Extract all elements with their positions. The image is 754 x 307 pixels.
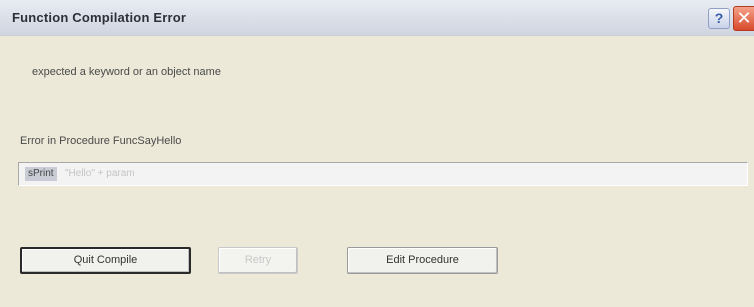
edit-procedure-button[interactable]: Edit Procedure [347,247,498,274]
close-icon[interactable]: ✕ [733,6,754,31]
code-line-text: "Hello" + param [65,168,135,179]
error-message: expected a keyword or an object name [32,66,221,78]
help-icon[interactable]: ? [708,8,730,29]
window-title: Function Compilation Error [12,10,187,25]
quit-compile-button[interactable]: Quit Compile [20,247,191,274]
code-highlighted-keyword: sPrint [25,167,57,181]
retry-button[interactable]: Retry [218,247,298,274]
compilation-error-dialog: Function Compilation Error ? ✕ expected … [0,0,754,307]
title-bar[interactable]: Function Compilation Error ? ✕ [0,0,754,36]
code-line-field[interactable]: sPrint "Hello" + param [18,162,748,186]
error-location-label: Error in Procedure FuncSayHello [20,135,182,147]
